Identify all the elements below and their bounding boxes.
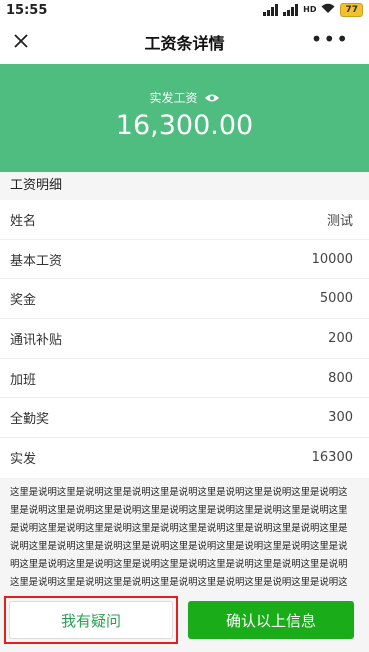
list-item: 全勤奖 300 <box>0 398 369 439</box>
question-button-highlight: 我有疑问 <box>4 596 178 644</box>
row-value: 16300 <box>311 450 353 466</box>
row-label: 基本工资 <box>10 253 63 269</box>
status-bar: 15:55 HD 77 <box>0 0 369 20</box>
row-label: 全勤奖 <box>10 412 50 428</box>
list-item: 奖金 5000 <box>0 279 369 320</box>
signal-icon-2 <box>283 4 299 16</box>
list-item: 通讯补贴 200 <box>0 319 369 359</box>
row-value: 300 <box>328 410 353 426</box>
list-item: 基本工资 10000 <box>0 240 369 280</box>
banner-label-group: 实发工资 <box>0 89 369 106</box>
row-value: 10000 <box>311 251 353 267</box>
status-icons: HD 77 <box>263 3 363 17</box>
confirm-button[interactable]: 确认以上信息 <box>188 601 354 639</box>
salary-detail-list: 姓名 测试 基本工资 10000 奖金 5000 通讯补贴 200 加班 800… <box>0 200 369 478</box>
banner-label: 实发工资 <box>149 91 198 105</box>
wifi-icon <box>321 3 335 17</box>
close-icon[interactable] <box>10 30 32 52</box>
list-item: 姓名 测试 <box>0 200 369 240</box>
more-icon[interactable]: ••• <box>311 29 349 49</box>
status-time: 15:55 <box>6 2 48 18</box>
row-label: 奖金 <box>10 293 37 309</box>
signal-icon <box>263 4 279 16</box>
row-label: 实发 <box>10 452 37 468</box>
row-label: 通讯补贴 <box>10 332 63 348</box>
row-value: 测试 <box>326 213 353 229</box>
salary-banner: 实发工资 16,300.00 <box>0 64 369 172</box>
net-salary-amount: 16,300.00 <box>115 110 254 141</box>
list-item: 加班 800 <box>0 359 369 399</box>
bottom-action-bar: 我有疑问 确认以上信息 <box>0 592 369 652</box>
title-bar: 工资条详情 ••• <box>0 20 369 64</box>
network-type: HD <box>303 5 317 14</box>
eye-icon[interactable] <box>204 93 220 103</box>
page-title: 工资条详情 <box>144 34 225 53</box>
battery-icon: 77 <box>340 3 363 17</box>
row-value: 800 <box>328 370 353 386</box>
row-value: 5000 <box>319 291 353 307</box>
row-label: 加班 <box>10 372 37 388</box>
row-value: 200 <box>328 330 353 346</box>
list-item: 实发 16300 <box>0 438 369 478</box>
question-button[interactable]: 我有疑问 <box>9 601 173 639</box>
row-label: 姓名 <box>10 213 37 229</box>
section-title: 工资明细 <box>0 172 369 200</box>
